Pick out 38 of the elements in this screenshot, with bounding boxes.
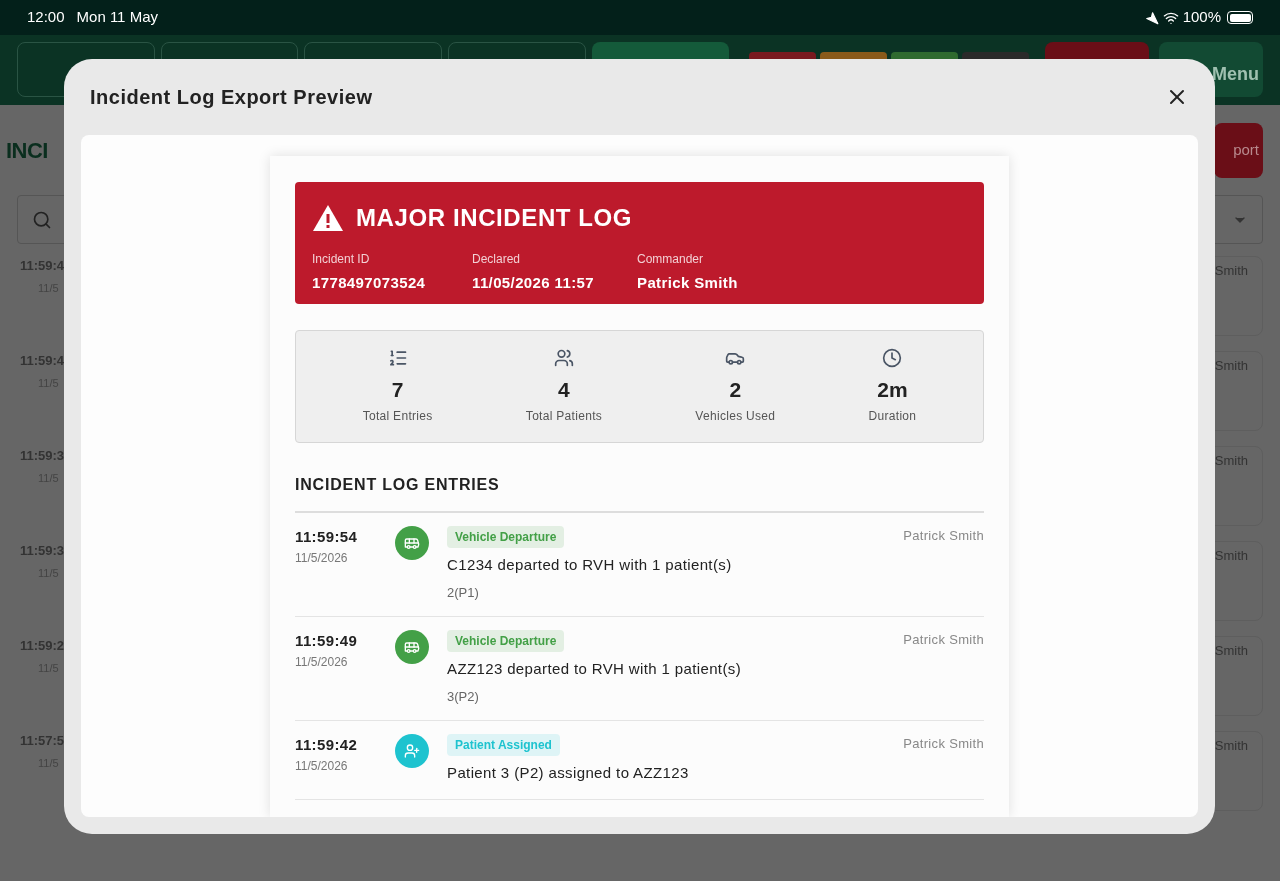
entry-user: Patrick Smith [903, 631, 984, 649]
stat-label: Total Patients [525, 408, 603, 426]
entry-time: 11:59:49 [295, 631, 359, 651]
field-label: Incident ID [312, 251, 371, 268]
page-title: INCI [6, 136, 48, 165]
entry-text: Patient 3 (P2) assigned to AZZ123 [447, 763, 689, 783]
stat-label: Vehicles Used [695, 408, 776, 426]
banner-title: MAJOR INCIDENT LOG [356, 203, 633, 233]
stat-value: 2 [729, 376, 742, 403]
entry-detail: 2(P1) [447, 583, 479, 602]
entry-text: AZZ123 departed to RVH with 1 patient(s) [447, 659, 742, 679]
dialog-title: Incident Log Export Preview [90, 85, 373, 110]
stat-value: 2m [877, 376, 908, 403]
stat-value: 7 [391, 376, 404, 403]
stat-label: Total Entries [362, 408, 433, 426]
field-value: Patrick Smith [637, 273, 738, 293]
field-value: 1778497073524 [312, 273, 427, 293]
entry-date: 11/5/2026 [295, 549, 349, 567]
entry-date: 11/5/2026 [295, 653, 349, 671]
entry-detail: 3(P2) [447, 687, 479, 706]
status-time: 12:00 [27, 7, 65, 28]
entry-user: Patrick Smith [903, 735, 984, 753]
entry-date: 11/5/2026 [295, 757, 349, 775]
entry-user: Patrick Smith [903, 527, 984, 545]
stat-value: 4 [558, 376, 570, 403]
field-label: Declared [472, 251, 522, 268]
entry-time: 11:59:42 [295, 735, 359, 755]
entry-tag: Vehicle Departure [447, 630, 565, 652]
field-label: Commander [637, 251, 705, 268]
field-value: 11/05/2026 11:57 [472, 273, 595, 293]
status-date: Mon 11 May [76, 7, 158, 28]
entry-text: C1234 departed to RVH with 1 patient(s) [447, 555, 732, 575]
entry-time: 11:59:54 [295, 527, 359, 547]
stat-label: Duration [868, 408, 917, 426]
entry-tag: Vehicle Departure [447, 526, 565, 548]
entry-tag: Patient Assigned [447, 734, 560, 756]
section-title: INCIDENT LOG ENTRIES [295, 476, 500, 493]
battery-level: 100% [1182, 7, 1221, 28]
